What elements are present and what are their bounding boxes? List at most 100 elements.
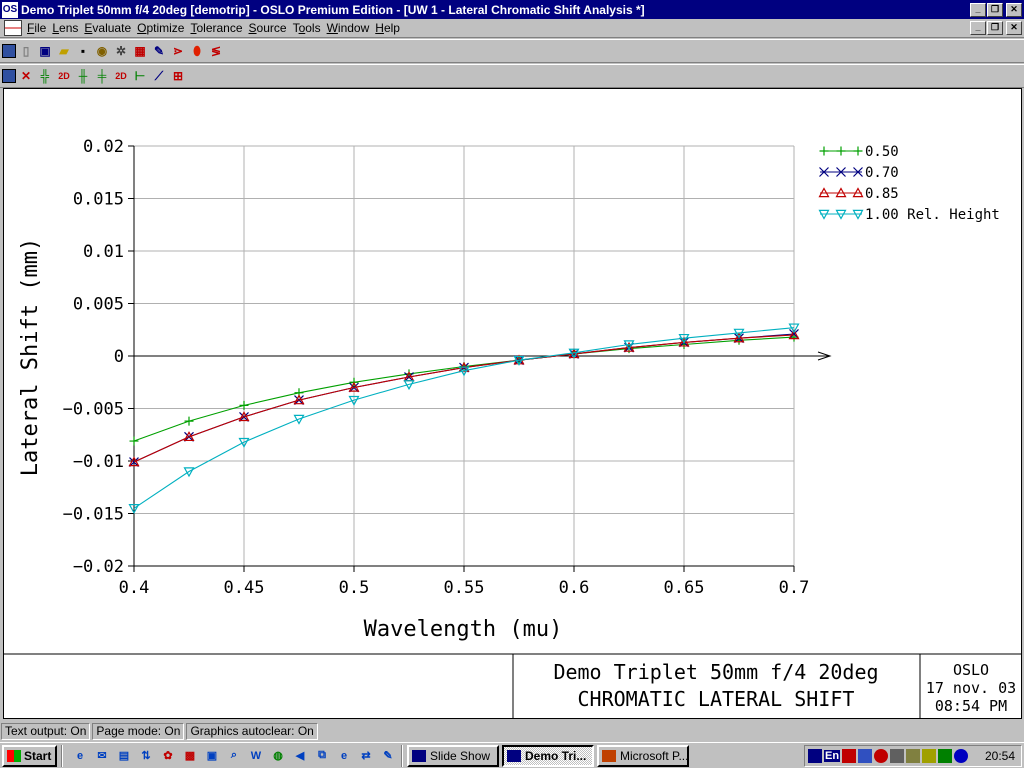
language-indicator[interactable]: En bbox=[824, 750, 841, 762]
title-bar[interactable]: OS Demo Triplet 50mm f/4 20deg [demotrip… bbox=[0, 0, 1024, 19]
x-tick-label: 0.6 bbox=[559, 578, 590, 598]
distortion-icon[interactable]: ⊢ bbox=[131, 67, 149, 85]
network-tray-icon[interactable] bbox=[906, 749, 921, 763]
status-page-mode[interactable]: Page mode: On bbox=[92, 722, 185, 740]
close-button[interactable]: ✕ bbox=[1006, 2, 1022, 17]
spot-diagram-icon[interactable]: ⊞ bbox=[169, 67, 187, 85]
task-label: Microsoft P... bbox=[620, 748, 689, 763]
mdi-restore-button[interactable]: ❐ bbox=[987, 21, 1003, 35]
ie-icon[interactable]: e bbox=[71, 747, 89, 765]
2d-icon[interactable]: 2D bbox=[55, 67, 73, 85]
menu-optimize[interactable]: Optimize bbox=[137, 21, 190, 35]
field-curves-icon[interactable]: ╪ bbox=[93, 67, 111, 85]
x-tick-label: 0.5 bbox=[339, 578, 370, 598]
paint-icon[interactable]: ✿ bbox=[159, 747, 177, 765]
lateral-shift-chart: 0.02 0.015 0.01 0.005 0 −0.005 −0.01 −0.015 −0.0… bbox=[4, 137, 1021, 718]
sync-icon[interactable]: ⇄ bbox=[357, 747, 375, 765]
grid-icon[interactable] bbox=[2, 44, 16, 58]
ati-icon[interactable] bbox=[842, 749, 857, 763]
ie-icon-b[interactable]: e bbox=[335, 747, 353, 765]
ftp-icon[interactable]: ⇅ bbox=[137, 747, 155, 765]
ray-aberration-icon[interactable]: ╫ bbox=[74, 67, 92, 85]
lens-data-icon[interactable]: ◉ bbox=[93, 42, 111, 60]
image-icon[interactable]: ▣ bbox=[203, 747, 221, 765]
menu-tools[interactable]: Tools bbox=[293, 21, 327, 35]
line-chart-icon[interactable]: ⟋ bbox=[150, 67, 168, 85]
spot-icon[interactable]: ≶ bbox=[207, 42, 225, 60]
network-icon[interactable]: ⧉ bbox=[313, 747, 331, 765]
x-axis-label: Wavelength (mu) bbox=[364, 617, 563, 642]
caption-title-line1: Demo Triplet 50mm f/4 20deg bbox=[553, 660, 878, 684]
taskbar: Start e ✉ ▤ ⇅ ✿ ▩ ▣ ⌕ W ◍ ◀ ⧉ e ⇄ ✎ Slid… bbox=[0, 742, 1024, 768]
menu-source[interactable]: Source bbox=[249, 21, 293, 35]
chart-axes bbox=[133, 146, 832, 567]
task-label: Slide Show bbox=[430, 748, 491, 763]
status-bar: Text output: On Page mode: On Graphics a… bbox=[0, 721, 1024, 741]
status-text-output[interactable]: Text output: On bbox=[1, 722, 91, 740]
settings-icon[interactable]: ✲ bbox=[112, 42, 130, 60]
save-icon[interactable]: ▪ bbox=[74, 42, 92, 60]
mdi-minimize-button[interactable]: _ bbox=[970, 21, 986, 35]
chat-icon[interactable]: ◀ bbox=[291, 747, 309, 765]
data-point bbox=[184, 416, 194, 426]
y-tick-label: −0.005 bbox=[63, 400, 124, 420]
field-analysis-icon[interactable]: ╬ bbox=[36, 67, 54, 85]
legend-marker bbox=[853, 146, 863, 156]
analysis-toolbar: ✕ ╬ 2D ╫ ╪ 2D ⊢ ⟋ ⊞ bbox=[0, 64, 1024, 88]
grid-icon[interactable] bbox=[2, 69, 16, 83]
status-graphics-autoclear[interactable]: Graphics autoclear: On bbox=[186, 722, 318, 740]
restore-button[interactable]: ❐ bbox=[987, 2, 1003, 17]
caption-date: 17 nov. 03 bbox=[926, 679, 1016, 697]
messenger-icon[interactable] bbox=[954, 749, 969, 763]
document-icon[interactable] bbox=[4, 20, 22, 36]
record-icon[interactable] bbox=[874, 749, 889, 763]
ray-trace-icon[interactable]: ⋗ bbox=[169, 42, 187, 60]
2d-icon-b[interactable]: 2D bbox=[112, 67, 130, 85]
system-tray: En 20:54 bbox=[804, 745, 1022, 767]
printer-icon[interactable] bbox=[890, 749, 905, 763]
start-button[interactable]: Start bbox=[2, 744, 57, 767]
lens-icon[interactable]: ⬮ bbox=[188, 42, 206, 60]
monitor-icon[interactable] bbox=[808, 749, 822, 763]
battery-icon[interactable] bbox=[858, 749, 873, 763]
menu-window[interactable]: Window bbox=[327, 21, 376, 35]
menu-tolerance[interactable]: Tolerance bbox=[190, 21, 248, 35]
pencil-icon[interactable]: ▯ bbox=[17, 42, 35, 60]
task-microsoft-powerpoint[interactable]: Microsoft P... bbox=[597, 744, 689, 767]
menu-help[interactable]: Help bbox=[375, 21, 406, 35]
gift-icon[interactable]: ▩ bbox=[181, 747, 199, 765]
start-label: Start bbox=[24, 748, 52, 763]
menu-evaluate[interactable]: Evaluate bbox=[84, 21, 137, 35]
notepad-icon[interactable]: ✎ bbox=[379, 747, 397, 765]
caption-time: 08:54 PM bbox=[935, 697, 1007, 715]
open-folder-icon[interactable]: ▰ bbox=[55, 42, 73, 60]
window-title: Demo Triplet 50mm f/4 20deg [demotrip] -… bbox=[21, 2, 645, 17]
plugin-icon[interactable] bbox=[938, 749, 953, 763]
oslo-logo-icon: OS bbox=[2, 1, 18, 18]
taskbar-separator bbox=[401, 744, 403, 767]
slideshow-icon bbox=[412, 749, 426, 762]
task-demo-triplet[interactable]: Demo Tri... bbox=[502, 744, 594, 767]
menu-file[interactable]: File bbox=[27, 21, 52, 35]
y-tick-label: −0.015 bbox=[63, 505, 124, 525]
caption-program: OSLO bbox=[953, 661, 989, 679]
graphics-window[interactable]: 0.02 0.015 0.01 0.005 0 −0.005 −0.01 −0.015 −0.0… bbox=[3, 88, 1022, 719]
mdi-close-button[interactable]: ✕ bbox=[1006, 21, 1022, 35]
search-icon[interactable]: ⌕ bbox=[225, 747, 243, 765]
y-tick-label: −0.01 bbox=[73, 452, 124, 472]
menu-lens[interactable]: Lens bbox=[52, 21, 84, 35]
editor-icon[interactable]: ✎ bbox=[150, 42, 168, 60]
wordpad-icon[interactable]: ▤ bbox=[115, 747, 133, 765]
task-slide-show[interactable]: Slide Show bbox=[407, 744, 499, 767]
minimize-button[interactable]: _ bbox=[970, 2, 986, 17]
volume-icon[interactable] bbox=[922, 749, 937, 763]
outlook-icon[interactable]: ✉ bbox=[93, 747, 111, 765]
y-tick-label: 0.015 bbox=[73, 190, 124, 210]
globe-icon[interactable]: ◍ bbox=[269, 747, 287, 765]
clock: 20:54 bbox=[984, 749, 1015, 763]
y-tick-label: 0.005 bbox=[73, 295, 124, 315]
word-icon[interactable]: W bbox=[247, 747, 265, 765]
new-icon[interactable]: ▣ bbox=[36, 42, 54, 60]
calculator-icon[interactable]: ▦ bbox=[131, 42, 149, 60]
ray-fan-icon[interactable]: ✕ bbox=[17, 67, 35, 85]
